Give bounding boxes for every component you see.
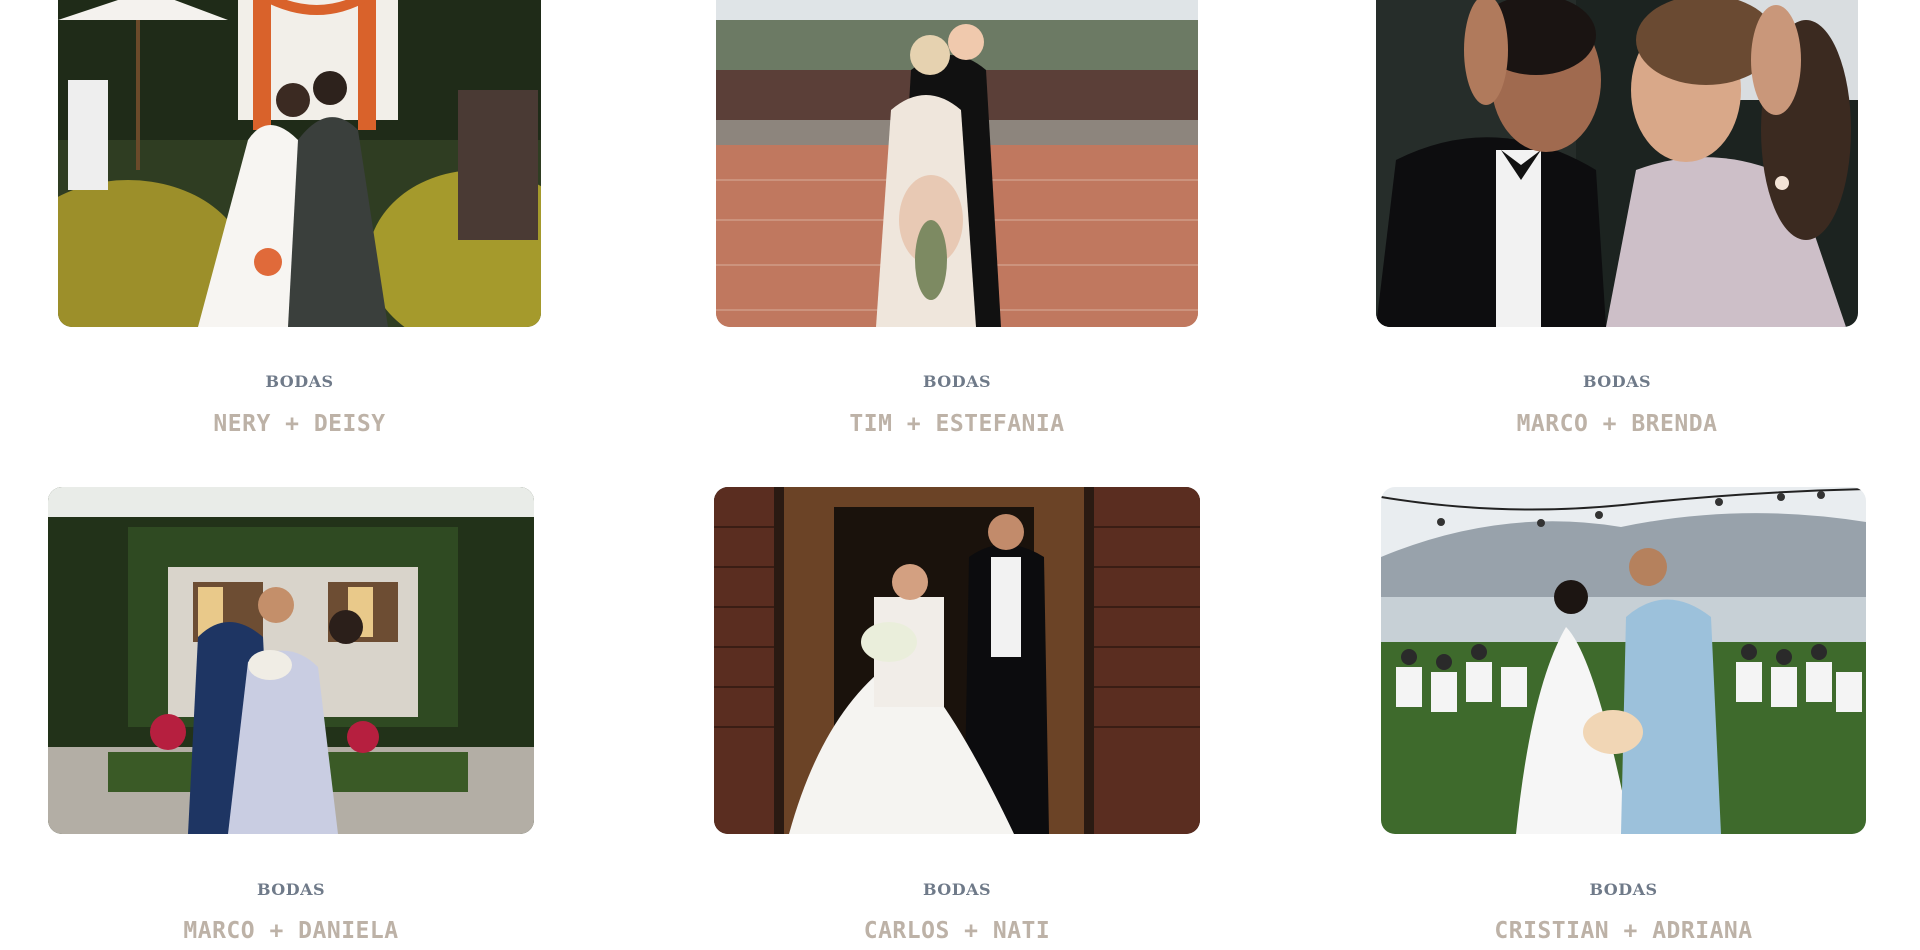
wedding-photo-cristian-adriana[interactable] bbox=[1381, 487, 1866, 834]
card-title[interactable]: MARCO + DANIELA bbox=[48, 918, 534, 944]
portfolio-card-marco-daniela[interactable]: BODAS MARCO + DANIELA bbox=[48, 0, 534, 950]
wedding-photo-marco-daniela[interactable] bbox=[48, 487, 534, 834]
card-title[interactable]: CRISTIAN + ADRIANA bbox=[1381, 918, 1866, 944]
wedding-photo-carlos-nati[interactable] bbox=[714, 487, 1200, 834]
card-category: BODAS bbox=[1589, 880, 1658, 899]
card-title[interactable]: CARLOS + NATI bbox=[714, 918, 1200, 944]
portfolio-card-carlos-nati[interactable]: BODAS CARLOS + NATI bbox=[714, 0, 1200, 950]
wooden-door-portrait-image bbox=[714, 487, 1200, 834]
lakeside-aisle-kiss-image bbox=[1381, 487, 1866, 834]
portfolio-card-cristian-adriana[interactable]: BODAS CRISTIAN + ADRIANA bbox=[1381, 0, 1866, 950]
card-category: BODAS bbox=[922, 880, 992, 899]
card-category: BODAS bbox=[256, 880, 326, 899]
cottage-garden-image bbox=[48, 487, 534, 834]
